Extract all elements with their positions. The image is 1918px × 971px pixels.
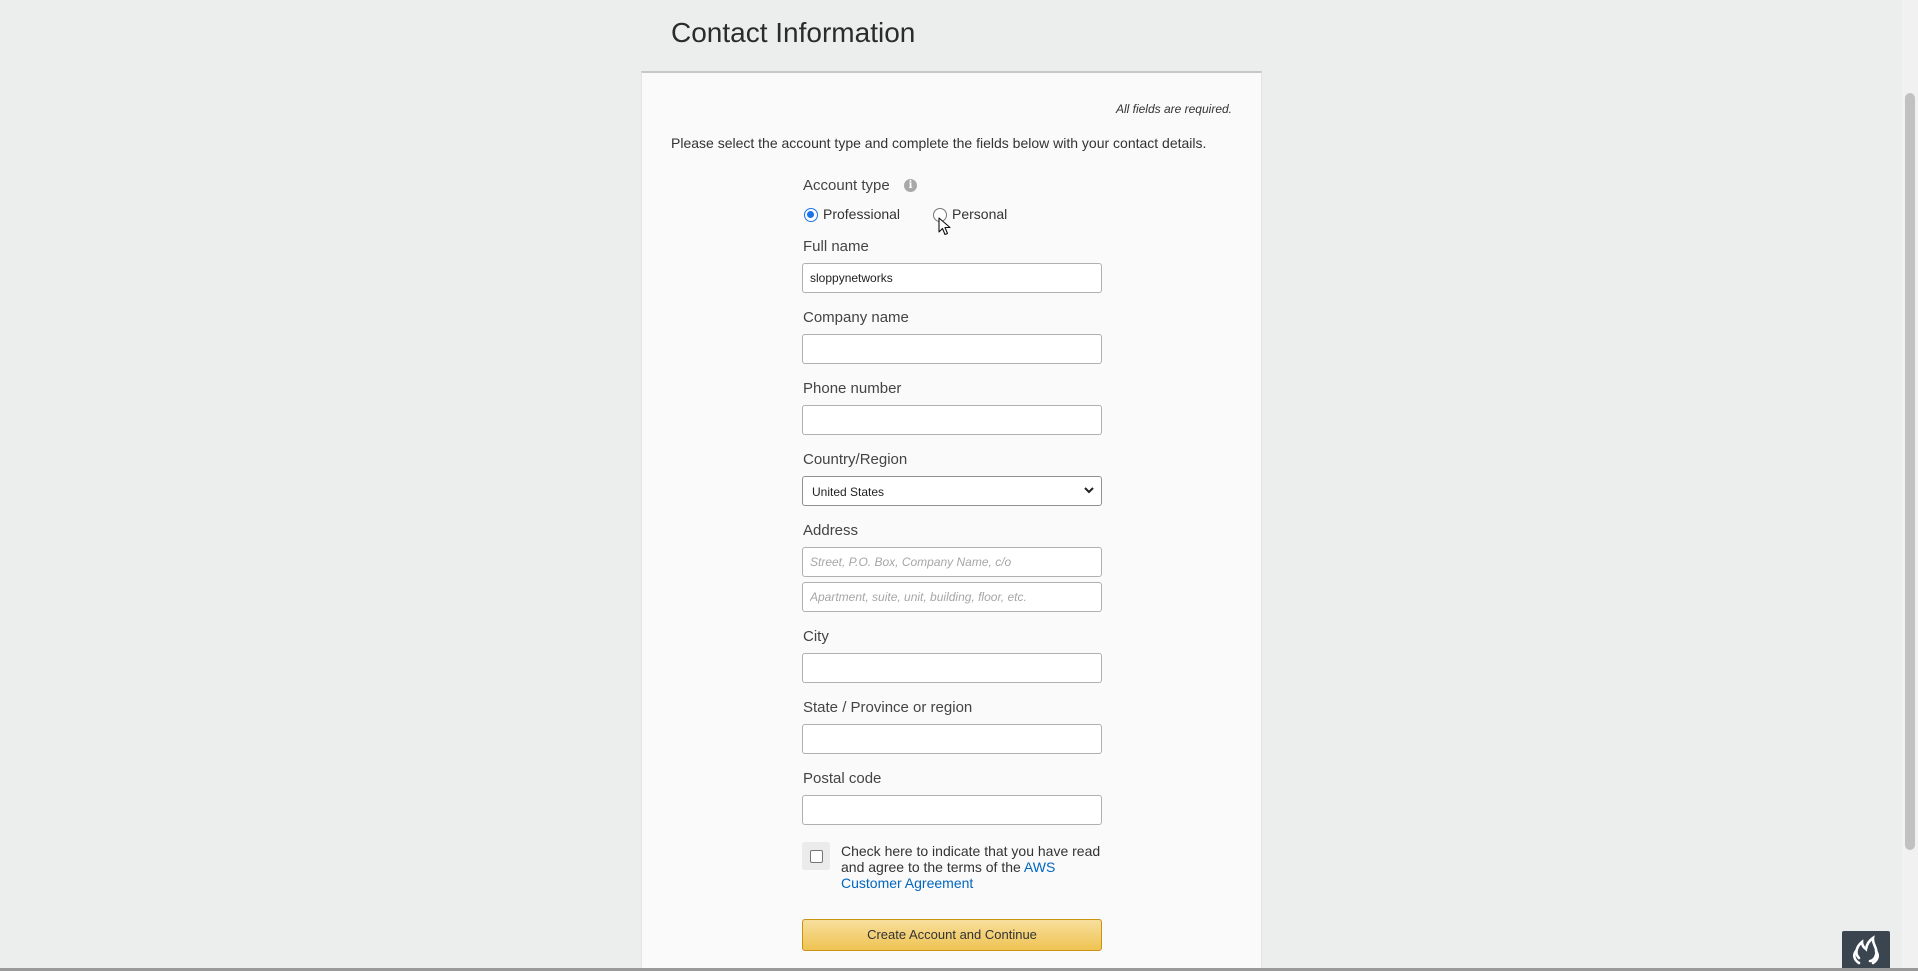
agreement-text: Check here to indicate that you have rea… xyxy=(841,843,1116,891)
required-note: All fields are required. xyxy=(1115,102,1232,116)
account-type-label: Account type xyxy=(803,177,890,194)
full-name-label: Full name xyxy=(803,238,869,255)
company-name-label: Company name xyxy=(803,309,909,326)
radio-professional-label[interactable]: Professional xyxy=(823,206,900,222)
postal-code-label: Postal code xyxy=(803,770,882,787)
account-type-label-text: Account type xyxy=(803,177,890,194)
info-icon[interactable]: i xyxy=(904,179,917,192)
intro-text: Please select the account type and compl… xyxy=(671,135,1207,151)
address-line1-input[interactable] xyxy=(802,547,1102,577)
radio-professional[interactable] xyxy=(804,208,818,222)
phone-number-label: Phone number xyxy=(803,380,902,397)
city-input[interactable] xyxy=(802,653,1102,683)
flame-logo-icon xyxy=(1853,935,1879,965)
country-region-value: United States xyxy=(812,485,885,499)
create-account-button[interactable]: Create Account and Continue xyxy=(802,919,1102,951)
scrollbar-thumb[interactable] xyxy=(1905,93,1915,850)
agreement-checkbox[interactable] xyxy=(810,850,823,863)
radio-personal-label[interactable]: Personal xyxy=(952,206,1007,222)
phone-number-input[interactable] xyxy=(802,405,1102,435)
mouse-cursor-icon xyxy=(938,217,951,236)
address-line2-input[interactable] xyxy=(802,582,1102,612)
full-name-input[interactable] xyxy=(802,263,1102,293)
city-label: City xyxy=(803,628,829,645)
channel-logo-badge xyxy=(1842,931,1890,971)
contact-form-card: All fields are required. Please select t… xyxy=(641,71,1262,971)
company-name-input[interactable] xyxy=(802,334,1102,364)
country-region-select[interactable]: United States xyxy=(802,476,1102,506)
chevron-down-icon xyxy=(1084,487,1094,494)
postal-code-input[interactable] xyxy=(802,795,1102,825)
agreement-statement: Check here to indicate that you have rea… xyxy=(841,843,1101,875)
state-label: State / Province or region xyxy=(803,699,973,716)
agreement-checkbox-area[interactable] xyxy=(802,842,830,870)
page-title: Contact Information xyxy=(671,17,916,48)
page: Contact Information All fields are requi… xyxy=(0,0,1918,971)
state-input[interactable] xyxy=(802,724,1102,754)
country-region-label: Country/Region xyxy=(803,451,908,468)
address-label: Address xyxy=(803,522,859,539)
